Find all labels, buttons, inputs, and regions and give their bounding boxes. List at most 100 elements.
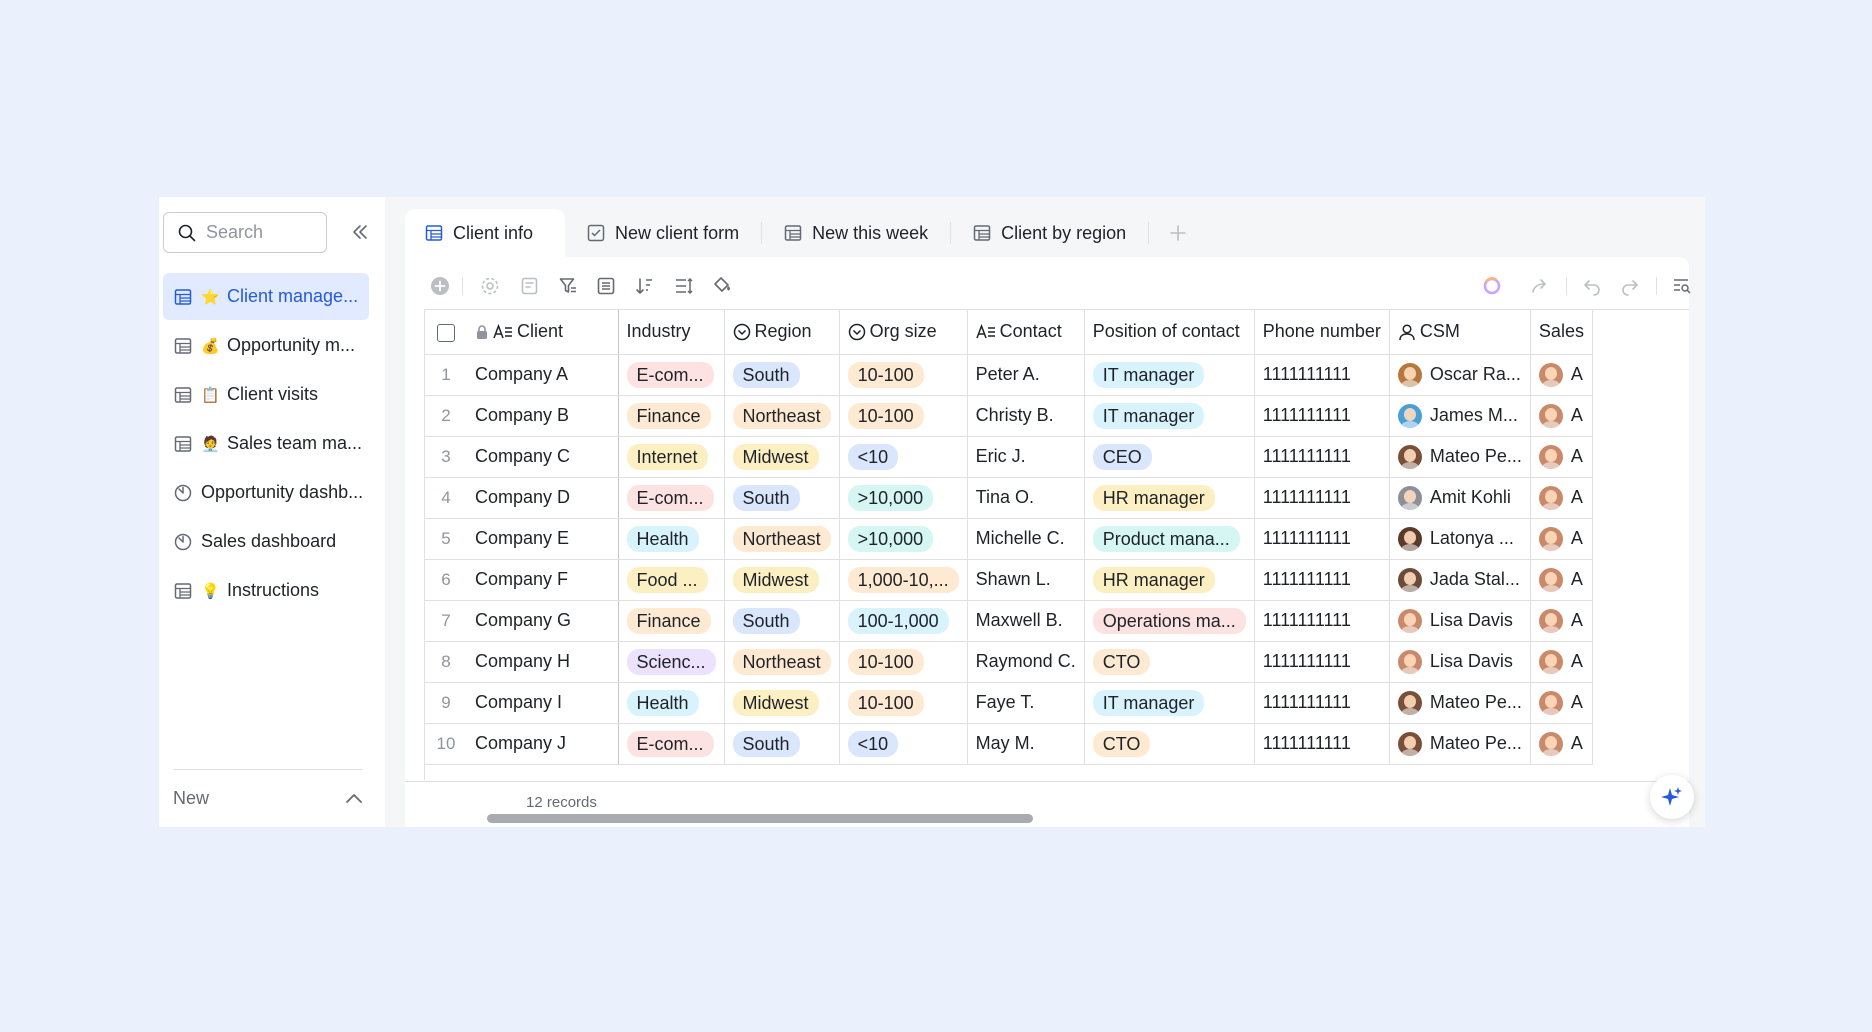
cell-client[interactable]: Company H <box>467 641 619 683</box>
cell-region[interactable]: Northeast <box>724 395 840 437</box>
sidebar-item[interactable]: 💰 Opportunity m... <box>163 322 369 369</box>
cell-csm[interactable]: Lisa Davis <box>1389 600 1531 642</box>
cell-client[interactable]: Company D <box>467 477 619 519</box>
cell-phone[interactable]: 1111111111 <box>1254 559 1390 601</box>
table-row[interactable]: 10 Company J E-com... South <10 May M. CTO 1111… <box>425 723 1593 765</box>
cell-csm[interactable]: Mateo Pe... <box>1389 682 1531 724</box>
cell-industry[interactable]: Health <box>618 518 725 560</box>
table-row[interactable]: 6 Company F Food ... Midwest 1,000-10,... Sha… <box>425 559 1593 601</box>
cell-sales[interactable]: A <box>1530 600 1593 642</box>
cell-position[interactable]: CTO <box>1084 641 1255 683</box>
tab-new-this-week[interactable]: New this week <box>762 209 950 257</box>
cell-csm[interactable]: Latonya ... <box>1389 518 1531 560</box>
cell-region[interactable]: South <box>724 600 840 642</box>
sidebar-item[interactable]: 📋 Client visits <box>163 371 369 418</box>
cell-csm[interactable]: Oscar Ra... <box>1389 354 1531 396</box>
cell-industry[interactable]: E-com... <box>618 477 725 519</box>
cell-position[interactable]: IT manager <box>1084 354 1255 396</box>
cell-contact[interactable]: Faye T. <box>967 682 1085 724</box>
column-header-contact[interactable]: Contact <box>967 310 1085 355</box>
cell-phone[interactable]: 1111111111 <box>1254 682 1390 724</box>
cell-org-size[interactable]: <10 <box>839 723 968 765</box>
cell-phone[interactable]: 1111111111 <box>1254 641 1390 683</box>
cell-contact[interactable]: Shawn L. <box>967 559 1085 601</box>
add-record-button[interactable] <box>427 273 453 299</box>
cell-org-size[interactable]: >10,000 <box>839 518 968 560</box>
column-header-sales[interactable]: Sales <box>1530 310 1593 355</box>
cell-client[interactable]: Company G <box>467 600 619 642</box>
sidebar-item[interactable]: Sales dashboard <box>163 518 369 565</box>
cell-industry[interactable]: E-com... <box>618 354 725 396</box>
cell-org-size[interactable]: <10 <box>839 436 968 478</box>
cell-contact[interactable]: Raymond C. <box>967 641 1085 683</box>
cell-client[interactable]: Company F <box>467 559 619 601</box>
cell-sales[interactable]: A <box>1530 641 1593 683</box>
cell-sales[interactable]: A <box>1530 518 1593 560</box>
cell-csm[interactable]: Mateo Pe... <box>1389 723 1531 765</box>
tab-new-client-form[interactable]: New client form <box>565 209 761 257</box>
cell-industry[interactable]: Internet <box>618 436 725 478</box>
cell-phone[interactable]: 1111111111 <box>1254 518 1390 560</box>
cell-client[interactable]: Company I <box>467 682 619 724</box>
cell-client[interactable]: Company B <box>467 395 619 437</box>
cell-csm[interactable]: Mateo Pe... <box>1389 436 1531 478</box>
cell-region[interactable]: South <box>724 723 840 765</box>
cell-region[interactable]: Northeast <box>724 518 840 560</box>
cell-client[interactable]: Company J <box>467 723 619 765</box>
cell-position[interactable]: Operations ma... <box>1084 600 1255 642</box>
cell-industry[interactable]: Finance <box>618 395 725 437</box>
table-row[interactable]: 9 Company I Health Midwest 10-100 Faye T. IT m… <box>425 682 1593 724</box>
field-settings-button[interactable] <box>517 273 543 299</box>
undo-button[interactable] <box>1579 273 1605 299</box>
cell-contact[interactable]: May M. <box>967 723 1085 765</box>
cell-position[interactable]: HR manager <box>1084 477 1255 519</box>
search-records-button[interactable] <box>1669 273 1695 299</box>
group-button[interactable] <box>593 273 619 299</box>
column-header-industry[interactable]: Industry <box>618 310 725 355</box>
cell-sales[interactable]: A <box>1530 723 1593 765</box>
cell-org-size[interactable]: 10-100 <box>839 641 968 683</box>
cell-org-size[interactable]: 10-100 <box>839 682 968 724</box>
cell-contact[interactable]: Michelle C. <box>967 518 1085 560</box>
cell-region[interactable]: South <box>724 354 840 396</box>
cell-contact[interactable]: Peter A. <box>967 354 1085 396</box>
cell-position[interactable]: IT manager <box>1084 395 1255 437</box>
sidebar-item[interactable]: 💡 Instructions <box>163 567 369 614</box>
new-section-toggle[interactable]: New <box>173 783 363 813</box>
cell-industry[interactable]: Scienc... <box>618 641 725 683</box>
cell-phone[interactable]: 1111111111 <box>1254 600 1390 642</box>
cell-region[interactable]: Midwest <box>724 436 840 478</box>
add-view-button[interactable] <box>1149 224 1207 242</box>
settings-button[interactable] <box>477 273 503 299</box>
cell-phone[interactable]: 1111111111 <box>1254 723 1390 765</box>
cell-client[interactable]: Company A <box>467 354 619 396</box>
cell-client[interactable]: Company E <box>467 518 619 560</box>
filter-button[interactable] <box>555 273 581 299</box>
cell-csm[interactable]: Jada Stal... <box>1389 559 1531 601</box>
cell-region[interactable]: South <box>724 477 840 519</box>
cell-sales[interactable]: A <box>1530 559 1593 601</box>
table-row[interactable]: 7 Company G Finance South 100-1,000 Maxwell B… <box>425 600 1593 642</box>
column-header-region[interactable]: Region <box>724 310 840 355</box>
cell-industry[interactable]: Food ... <box>618 559 725 601</box>
ai-assistant-button[interactable] <box>1479 273 1505 299</box>
table-row[interactable]: 1 Company A E-com... South 10-100 Peter A. IT … <box>425 354 1593 396</box>
sort-button[interactable] <box>632 273 658 299</box>
cell-position[interactable]: Product mana... <box>1084 518 1255 560</box>
table-row[interactable]: 5 Company E Health Northeast >10,000 Michelle… <box>425 518 1593 560</box>
cell-position[interactable]: CEO <box>1084 436 1255 478</box>
tab-client-info[interactable]: Client info <box>405 209 566 257</box>
fill-color-button[interactable] <box>710 273 736 299</box>
table-row[interactable]: 8 Company H Scienc... Northeast 10-100 Raymon… <box>425 641 1593 683</box>
cell-org-size[interactable]: 1,000-10,... <box>839 559 968 601</box>
cell-phone[interactable]: 1111111111 <box>1254 354 1390 396</box>
cell-contact[interactable]: Maxwell B. <box>967 600 1085 642</box>
cell-org-size[interactable]: >10,000 <box>839 477 968 519</box>
cell-sales[interactable]: A <box>1530 682 1593 724</box>
tab-client-by-region[interactable]: Client by region <box>951 209 1148 257</box>
ai-sparkle-button[interactable] <box>1650 775 1694 819</box>
column-header-client[interactable]: Client <box>467 310 619 355</box>
cell-region[interactable]: Northeast <box>724 641 840 683</box>
column-header-phone[interactable]: Phone number <box>1254 310 1390 355</box>
cell-phone[interactable]: 1111111111 <box>1254 395 1390 437</box>
